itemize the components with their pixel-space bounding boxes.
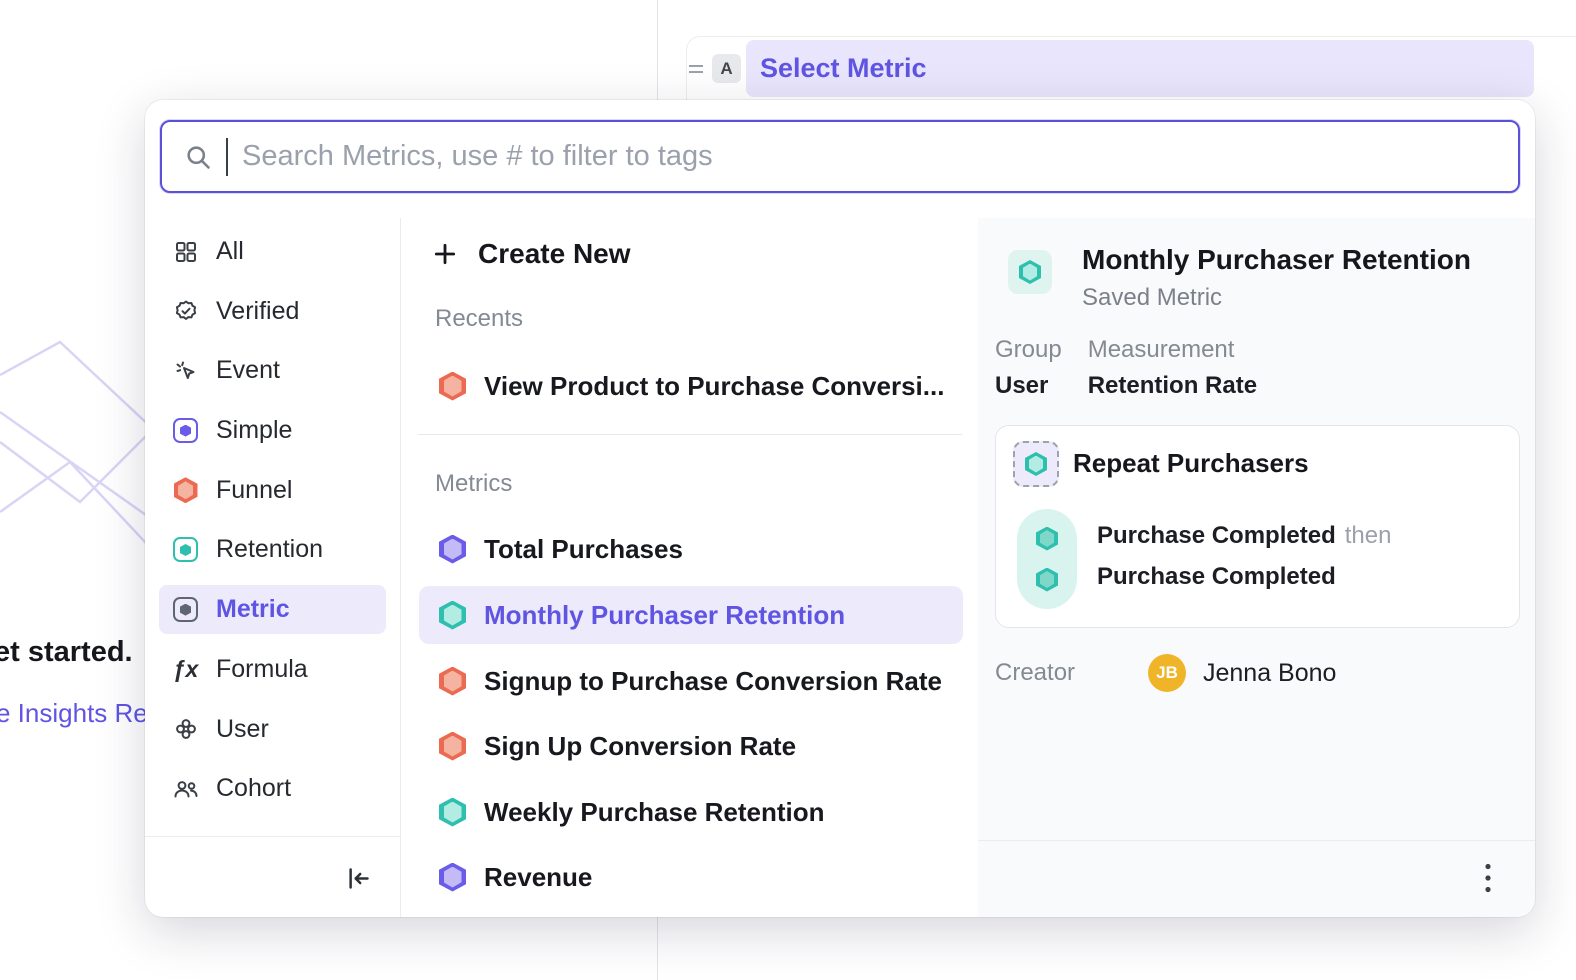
preview-subtitle: Saved Metric (1082, 284, 1222, 312)
definition-step-2: Purchase Completed (1097, 563, 1336, 591)
plus-icon (432, 241, 458, 267)
property-value: User (995, 372, 1062, 400)
sidebar-footer-divider (145, 836, 400, 837)
metric-hexagon-icon (439, 535, 466, 564)
definition-step-1: Purchase Completedthen (1097, 522, 1391, 550)
create-new-button[interactable]: Create New (432, 232, 631, 276)
then-connector: then (1345, 522, 1392, 549)
metric-item-label: Revenue (484, 862, 592, 893)
funnel-hexagon-icon (439, 372, 466, 401)
creator-row: Creator JB Jenna Bono (995, 653, 1515, 693)
metric-preview-panel: Monthly Purchaser Retention Saved Metric… (978, 218, 1535, 917)
sidebar-item-formula[interactable]: ƒx Formula (159, 645, 386, 694)
event-cursor-icon (172, 359, 199, 383)
creator-avatar: JB (1148, 654, 1186, 692)
funnel-hexagon-icon (439, 667, 466, 696)
category-sidebar: All Verified Event Simple Funnel (145, 218, 400, 917)
sidebar-item-label: Cohort (216, 774, 291, 803)
verified-badge-icon (172, 299, 199, 323)
search-bar (160, 120, 1520, 193)
sidebar-item-label: Simple (216, 416, 292, 445)
metric-list-item[interactable]: Total Purchases (419, 520, 963, 578)
property-label: Measurement (1088, 336, 1257, 364)
definition-title: Repeat Purchasers (1073, 448, 1309, 479)
sidebar-item-cohort[interactable]: Cohort (159, 764, 386, 813)
collapse-sidebar-button[interactable] (335, 855, 381, 901)
collapse-icon (345, 865, 372, 892)
more-options-button[interactable] (1465, 855, 1511, 901)
retention-hexagon-icon (439, 601, 466, 630)
metric-item-label: Monthly Purchaser Retention (484, 600, 845, 631)
metric-definition-card: Repeat Purchasers Purchase Completedthen… (995, 425, 1520, 628)
sidebar-item-funnel[interactable]: Funnel (159, 466, 386, 515)
funnel-hexagon-icon (172, 477, 199, 503)
recents-heading: Recents (435, 305, 523, 333)
sidebar-item-label: User (216, 715, 269, 744)
select-metric-field[interactable]: Select Metric (746, 40, 1534, 97)
metric-item-label: Total Purchases (484, 534, 683, 565)
metric-list-item[interactable]: Signup to Purchase Conversion Rate (419, 652, 963, 710)
metric-properties: Group User Measurement Retention Rate (995, 336, 1257, 400)
event-sequence-capsule (1017, 509, 1077, 609)
metric-item-label: Sign Up Conversion Rate (484, 731, 796, 762)
sidebar-item-label: Funnel (216, 476, 292, 505)
sidebar-item-label: Formula (216, 655, 308, 684)
metric-list-item-selected[interactable]: Monthly Purchaser Retention (419, 586, 963, 644)
create-new-label: Create New (478, 238, 631, 270)
preview-title: Monthly Purchaser Retention (1082, 244, 1471, 276)
metric-list-item[interactable]: Sign Up Conversion Rate (419, 717, 963, 775)
property-measurement: Measurement Retention Rate (1088, 336, 1257, 400)
get-started-text: et started. (0, 636, 133, 669)
grid-icon (172, 240, 199, 264)
funnel-hexagon-icon (439, 732, 466, 761)
kebab-menu-icon (1484, 862, 1492, 894)
retention-hexagon-icon (439, 798, 466, 827)
cohort-people-icon (172, 777, 199, 801)
text-caret (226, 138, 228, 176)
sidebar-item-retention[interactable]: Retention (159, 525, 386, 574)
metric-list-item[interactable]: Revenue (419, 848, 963, 906)
metrics-heading: Metrics (435, 470, 512, 498)
saved-metric-icon (1008, 250, 1052, 294)
property-label: Group (995, 336, 1062, 364)
metric-hexagon-icon (172, 597, 199, 622)
sidebar-item-verified[interactable]: Verified (159, 287, 386, 336)
sidebar-item-metric[interactable]: Metric (159, 585, 386, 634)
search-input[interactable] (242, 140, 1496, 173)
metric-hexagon-icon (439, 863, 466, 892)
simple-hexagon-icon (172, 418, 199, 443)
creator-label: Creator (995, 659, 1130, 687)
retention-criteria-icon (1013, 441, 1059, 487)
retention-hexagon-icon (172, 537, 199, 562)
sidebar-item-label: Retention (216, 535, 323, 564)
sidebar-item-label: Event (216, 356, 280, 385)
recent-item[interactable]: View Product to Purchase Conversi... (419, 357, 963, 415)
sidebar-item-label: Metric (216, 595, 290, 624)
insights-report-link[interactable]: e Insights Re (0, 698, 148, 729)
metric-list-item[interactable]: Weekly Purchase Retention (419, 783, 963, 841)
sidebar-item-all[interactable]: All (159, 227, 386, 276)
sidebar-item-user[interactable]: User (159, 705, 386, 754)
sidebar-item-simple[interactable]: Simple (159, 406, 386, 455)
formula-icon: ƒx (172, 656, 199, 683)
event-hexagon-icon (1036, 527, 1058, 551)
sidebar-item-label: Verified (216, 297, 299, 326)
metric-selector-modal: All Verified Event Simple Funnel (145, 100, 1535, 917)
preview-footer-divider (978, 840, 1535, 841)
sidebar-item-event[interactable]: Event (159, 346, 386, 395)
event-hexagon-icon (1036, 568, 1058, 592)
metric-item-label: Signup to Purchase Conversion Rate (484, 666, 942, 697)
user-flower-icon (172, 717, 199, 741)
property-value: Retention Rate (1088, 372, 1257, 400)
recent-item-label: View Product to Purchase Conversi... (484, 371, 944, 402)
search-icon (184, 143, 212, 171)
property-group: Group User (995, 336, 1062, 400)
section-divider (418, 434, 962, 435)
metric-list-column: Create New Recents View Product to Purch… (400, 218, 978, 917)
drag-handle-icon[interactable] (688, 61, 704, 77)
sidebar-item-label: All (216, 237, 244, 266)
creator-name: Jenna Bono (1203, 659, 1336, 688)
metric-item-label: Weekly Purchase Retention (484, 797, 825, 828)
metric-block-chip[interactable]: A (712, 54, 741, 83)
